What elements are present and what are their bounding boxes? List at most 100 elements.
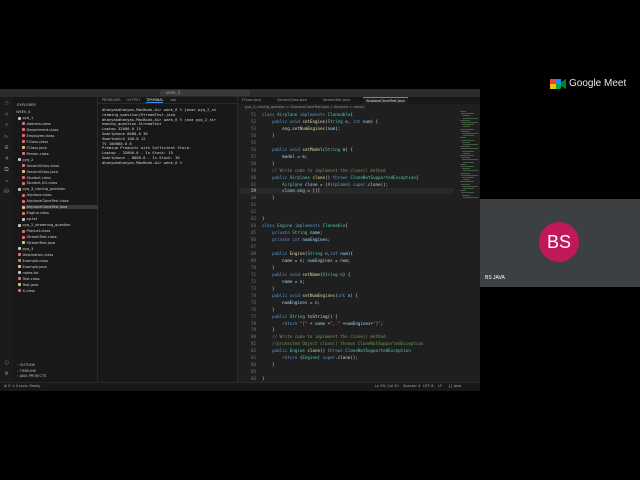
- code-line[interactable]: 77 public String toString() {: [239, 314, 454, 319]
- panel-tab[interactable]: OUTPUT: [126, 98, 140, 102]
- file-tree-item[interactable]: Test.class: [18, 277, 40, 281]
- file-tree-item[interactable]: Person.class: [22, 152, 49, 156]
- sidebar-section-header[interactable]: › OUTLINE: [17, 363, 35, 367]
- file-tree-item[interactable]: pyq_1: [18, 116, 33, 120]
- participant-tile[interactable]: BS BS JAVA: [480, 199, 640, 287]
- file-tree-item[interactable]: Student.UG.class: [22, 181, 57, 185]
- sidebar-section-header[interactable]: › TIMELINE: [17, 369, 36, 373]
- file-tree-item[interactable]: Example.java: [18, 265, 47, 269]
- file-tree-item[interactable]: AirplaneCloneTest.java: [22, 205, 104, 210]
- settings-gear-icon[interactable]: ⚙: [3, 370, 10, 377]
- code-line[interactable]: 83 return (Engine) super.clone();: [239, 355, 454, 360]
- code-line[interactable]: 52 public void setEngine(String e, int n…: [239, 119, 454, 124]
- file-tree-item[interactable]: SecondClass.java: [22, 170, 58, 174]
- cursor-position[interactable]: Ln 59, Col 20: [375, 384, 399, 388]
- panel-tab[interactable]: TERMINAL: [146, 98, 164, 103]
- code-line[interactable]: 60 public Airplane clone() throws CloneN…: [239, 175, 454, 180]
- code-line[interactable]: 60 }: [239, 195, 454, 200]
- code-line[interactable]: 61: [239, 202, 454, 207]
- docker-icon[interactable]: ⛁: [3, 188, 10, 195]
- testing-icon[interactable]: ⚗: [3, 155, 10, 162]
- sidebar-section-header[interactable]: › JAVA PROJECTS: [17, 374, 46, 378]
- eol-status[interactable]: LF: [438, 384, 442, 388]
- code-line[interactable]: 66 private int numEngines;: [239, 237, 454, 242]
- command-center-search[interactable]: week_6: [160, 90, 250, 96]
- code-line[interactable]: 55: [239, 140, 454, 145]
- panel-tab[interactable]: zsh: [171, 98, 177, 102]
- editor-tab[interactable]: AirplaneCloneTest.java: [363, 97, 408, 104]
- explorer-icon[interactable]: ❐: [3, 100, 10, 107]
- file-tree-item[interactable]: Employee.class: [22, 134, 54, 138]
- code-line[interactable]: 56 public void setModel(String m) {: [239, 147, 454, 152]
- code-line[interactable]: 54 }: [239, 133, 454, 138]
- language-mode[interactable]: {} Java: [448, 384, 461, 388]
- code-line[interactable]: 65 private String name;: [239, 230, 454, 235]
- file-tree-item[interactable]: Department.class: [22, 128, 58, 132]
- code-line[interactable]: 80 // Write code to implement the clone(…: [239, 334, 454, 339]
- code-line[interactable]: 71 public void setName(String n) {: [239, 272, 454, 277]
- code-line[interactable]: 85: [239, 369, 454, 374]
- file-tree-item[interactable]: notes.txt: [18, 271, 39, 275]
- code-line[interactable]: 62: [239, 209, 454, 214]
- file-tree-item[interactable]: StreamTest.class: [22, 235, 57, 239]
- file-tree-item[interactable]: Airplane.class: [22, 193, 51, 197]
- code-line[interactable]: 81 //protected Object clone() throws Clo…: [239, 341, 454, 346]
- file-tree-item[interactable]: pyq_2: [18, 158, 33, 162]
- search-icon[interactable]: ⌕: [3, 111, 10, 118]
- file-tree-item[interactable]: FClass.class: [22, 140, 48, 144]
- code-line[interactable]: 59 clone.eng = [|]: [239, 188, 454, 194]
- extensions-icon[interactable]: ⊞: [3, 144, 10, 151]
- code-line[interactable]: 74 public void setNumEngines(int n) {: [239, 293, 454, 298]
- code-line[interactable]: 79 }: [239, 327, 454, 332]
- editor-tab[interactable]: FClass.java: [239, 97, 264, 104]
- file-tree-item[interactable]: ap.txt: [22, 217, 37, 221]
- code-line[interactable]: 57 model = m;: [239, 154, 454, 159]
- code-line[interactable]: 69 name = n; numEngines = num;: [239, 258, 454, 263]
- problems-status[interactable]: ⊗ 0 ⚠ 0 Java: Ready: [4, 384, 40, 388]
- editor-tab[interactable]: StreamTest.java: [320, 97, 353, 104]
- file-tree-item[interactable]: Product.class: [22, 229, 50, 233]
- file-tree-item[interactable]: Test.java: [18, 283, 38, 287]
- code-line[interactable]: 58 }: [239, 161, 454, 166]
- file-tree-item[interactable]: FClass.java: [22, 146, 47, 150]
- code-line[interactable]: 73 }: [239, 286, 454, 291]
- file-tree-item[interactable]: Destination.class: [18, 253, 53, 257]
- file-tree-item[interactable]: Example.class: [18, 259, 48, 263]
- file-tree-item[interactable]: Engine.class: [22, 211, 49, 215]
- file-tree-item[interactable]: Address.class: [22, 122, 51, 126]
- code-line[interactable]: 72 name = n;: [239, 279, 454, 284]
- file-tree-item[interactable]: pyq_2_streaming_question: [18, 223, 71, 227]
- minimap[interactable]: [458, 111, 480, 381]
- file-tree-item[interactable]: X.class: [18, 289, 35, 293]
- file-tree-item[interactable]: SecondClass.class: [22, 164, 59, 168]
- code-line[interactable]: 53 eng.setNumEngines(num);: [239, 126, 454, 131]
- editor-tab[interactable]: SecondClass.java: [274, 97, 310, 104]
- code-line[interactable]: 78 return "[" + name +", " +numEngines+"…: [239, 321, 454, 326]
- workspace-root[interactable]: WEEK_6: [16, 110, 31, 114]
- file-tree-item[interactable]: Student.class: [22, 176, 51, 180]
- code-line[interactable]: 63}: [239, 216, 454, 221]
- code-line[interactable]: 84 }: [239, 362, 454, 367]
- file-tree-item[interactable]: StreamTest.java: [22, 241, 55, 245]
- java-icon[interactable]: ☕: [3, 177, 10, 184]
- code-line[interactable]: 64 class Engine implements Cloneable{: [239, 223, 454, 228]
- breadcrumb[interactable]: pyq_3_cloning_question > AirplaneCloneTe…: [245, 105, 365, 109]
- run-debug-icon[interactable]: ▷: [3, 133, 10, 140]
- file-tree-item[interactable]: pyq_3: [18, 247, 33, 251]
- file-tree-item[interactable]: pyq_3_cloning_question: [18, 187, 65, 191]
- account-icon[interactable]: ◯: [3, 359, 10, 366]
- panel-tab[interactable]: PROBLEMS: [102, 98, 121, 102]
- code-line[interactable]: 75 numEngines = n;: [239, 300, 454, 305]
- code-line[interactable]: 67: [239, 244, 454, 249]
- code-line[interactable]: 86}: [239, 376, 454, 381]
- file-tree-item[interactable]: AirplaneCloneTest.class: [22, 199, 69, 203]
- source-control-icon[interactable]: ⑂: [3, 122, 10, 129]
- code-line[interactable]: 70 }: [239, 265, 454, 270]
- code-line[interactable]: 76 }: [239, 307, 454, 312]
- code-line[interactable]: 61 Airplane clone = (Airplane) super.clo…: [239, 182, 454, 187]
- code-line[interactable]: 51 class Airplane implements Cloneable{: [239, 112, 454, 117]
- remote-icon[interactable]: ⧉: [3, 166, 10, 173]
- encoding-status[interactable]: UTF-8: [423, 384, 433, 388]
- code-line[interactable]: 82 public Engine clone() throws CloneNot…: [239, 348, 454, 353]
- indentation-status[interactable]: Spaces: 4: [403, 384, 420, 388]
